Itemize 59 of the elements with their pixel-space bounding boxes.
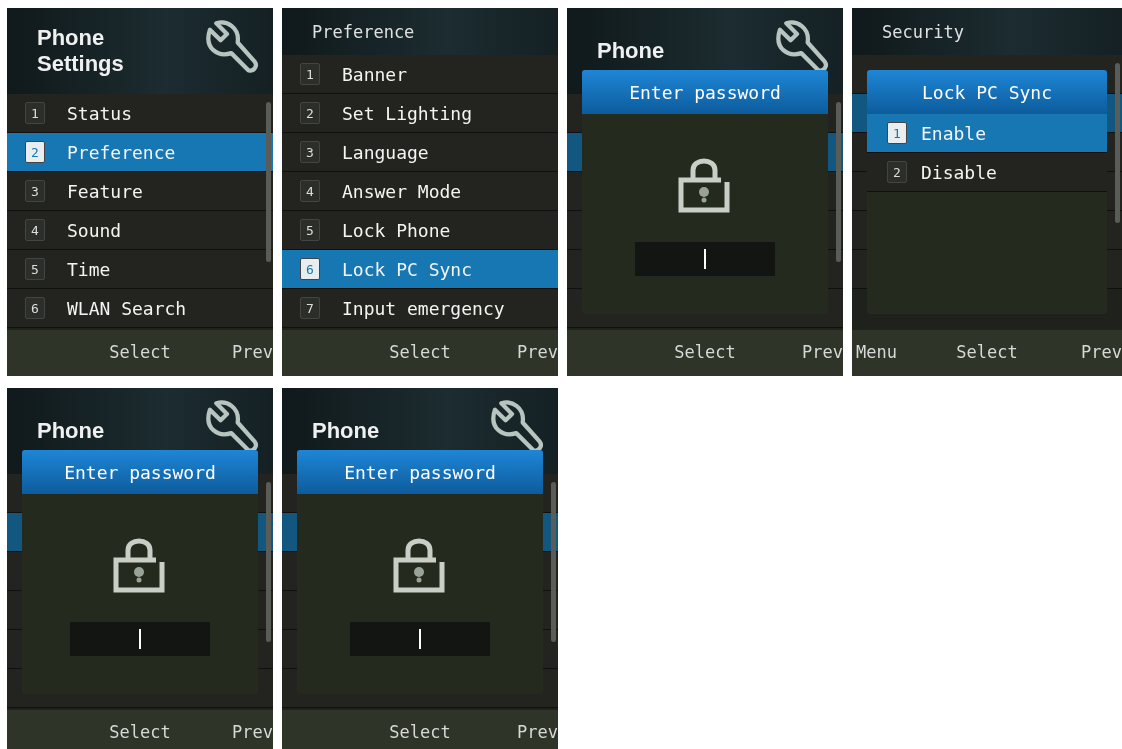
menu-item[interactable]: 7 Input emergency [282, 289, 558, 328]
select-softkey[interactable]: Select [674, 342, 736, 362]
dialog-title: Enter password [582, 70, 828, 114]
number-badge: 4 [300, 180, 320, 202]
menu-item[interactable]: 4 Answer Mode [282, 172, 558, 211]
number-badge: 4 [25, 219, 45, 241]
dialog-title: Enter password [22, 450, 258, 494]
screen-title: Phone [312, 417, 380, 445]
option-item[interactable]: 2 Disable [867, 153, 1107, 192]
prev-softkey[interactable]: Prev [517, 722, 558, 742]
menu-item[interactable]: 1 Banner [282, 55, 558, 94]
number-badge: 6 [25, 297, 45, 319]
text-cursor [139, 629, 141, 649]
menu-item[interactable]: 3 Feature [7, 172, 273, 211]
number-badge: 3 [300, 141, 320, 163]
menu-item[interactable]: 1 Status [7, 94, 273, 133]
number-badge: 5 [300, 219, 320, 241]
password-field[interactable] [70, 622, 210, 656]
number-badge: 2 [887, 161, 907, 183]
number-badge: 6 [300, 258, 320, 280]
menu-item[interactable]: 3 Language [282, 133, 558, 172]
screen-title: Phone [597, 37, 665, 65]
number-badge: 1 [300, 63, 320, 85]
number-badge: 3 [25, 180, 45, 202]
text-cursor [704, 249, 706, 269]
select-softkey[interactable]: Select [109, 722, 171, 742]
select-softkey[interactable]: Select [956, 342, 1018, 362]
prev-softkey[interactable]: Prev [232, 722, 273, 742]
screen-title: Phone [37, 417, 105, 445]
menu-item[interactable]: 6 WLAN Search [7, 289, 273, 328]
screen-title: Phone Settings [37, 24, 125, 78]
prev-softkey[interactable]: Prev [802, 342, 843, 362]
prev-softkey[interactable]: Prev [517, 342, 558, 362]
prev-softkey[interactable]: Prev [1081, 342, 1122, 362]
prev-softkey[interactable]: Prev [232, 342, 273, 362]
menu-softkey[interactable]: Menu [856, 342, 897, 362]
number-badge: 5 [25, 258, 45, 280]
menu-item[interactable]: 2 Preference [7, 133, 273, 172]
menu-item[interactable]: 5 Lock Phone [282, 211, 558, 250]
number-badge: 2 [300, 102, 320, 124]
select-softkey[interactable]: Select [109, 342, 171, 362]
number-badge: 7 [300, 297, 320, 319]
screen-title: Security [882, 21, 964, 42]
number-badge: 1 [25, 102, 45, 124]
password-field[interactable] [350, 622, 490, 656]
menu-item[interactable]: 5 Time [7, 250, 273, 289]
menu-item[interactable]: 4 Sound [7, 211, 273, 250]
select-softkey[interactable]: Select [389, 722, 451, 742]
number-badge: 2 [25, 141, 45, 163]
dialog-title: Lock PC Sync [867, 70, 1107, 114]
menu-item[interactable]: 6 Lock PC Sync [282, 250, 558, 289]
select-softkey[interactable]: Select [389, 342, 451, 362]
screen-title: Preference [312, 21, 415, 42]
option-item[interactable]: 1 Enable [867, 114, 1107, 153]
text-cursor [419, 629, 421, 649]
password-field[interactable] [635, 242, 775, 276]
number-badge: 1 [887, 122, 907, 144]
menu-item[interactable]: 2 Set Lighting [282, 94, 558, 133]
dialog-title: Enter password [297, 450, 543, 494]
